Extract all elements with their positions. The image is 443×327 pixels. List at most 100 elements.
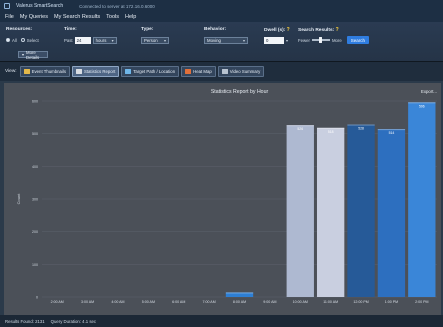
tab-label: Target Path / Location bbox=[133, 69, 176, 74]
statistics-chart: Statistics Report by Hour Export... 0 100 20… bbox=[16, 89, 437, 304]
slider-max-label: More bbox=[331, 37, 342, 43]
time-filter: Time: Past 24 hours ▾ bbox=[64, 27, 117, 44]
bar[interactable] bbox=[377, 129, 406, 297]
bar-top-highlight bbox=[316, 127, 345, 129]
type-value: Person bbox=[144, 37, 158, 43]
bar-value-label: 514 bbox=[389, 131, 395, 135]
tab-video-summary[interactable]: Video Summary bbox=[217, 66, 265, 77]
menu-tools[interactable]: Tools bbox=[106, 14, 119, 20]
bar-value-label: 526 bbox=[297, 127, 303, 131]
x-tick-label: 4:00 AM bbox=[111, 300, 124, 304]
type-filter: Type: Person ▾ bbox=[141, 27, 169, 44]
tab-label: Heat Map bbox=[193, 69, 212, 74]
resources-filter: Resources: All Select bbox=[6, 27, 39, 44]
resources-all-label: All bbox=[12, 37, 17, 43]
behavior-select[interactable]: Moving ▾ bbox=[204, 36, 248, 44]
dwell-header: Dwell (s): ? bbox=[264, 27, 290, 34]
export-link[interactable]: Export... bbox=[421, 89, 437, 94]
bar-top-highlight bbox=[408, 102, 436, 104]
x-tick-label: 3:00 AM bbox=[81, 300, 94, 304]
resources-label: Resources: bbox=[6, 27, 33, 32]
x-tick-label: 8:00 AM bbox=[233, 300, 246, 304]
x-tick-label: 6:00 AM bbox=[172, 300, 185, 304]
slider-handle[interactable] bbox=[318, 37, 322, 43]
y-tick-label: 400 bbox=[32, 165, 38, 169]
y-axis-label: Count bbox=[16, 193, 21, 205]
tab-label: Event Thumbnails bbox=[31, 69, 66, 74]
menu-bar: File My Queries My Search Results Tools … bbox=[0, 12, 443, 22]
slider-min-label: Fewer bbox=[298, 37, 310, 43]
tab-event-thumbnails[interactable]: Event Thumbnails bbox=[19, 66, 70, 77]
x-tick-label: 9:00 AM bbox=[263, 300, 276, 304]
x-tick-label: 2:00 AM bbox=[51, 300, 64, 304]
dwell-label: Dwell (s): bbox=[264, 28, 286, 33]
x-tick-label: 11:00 AM bbox=[323, 300, 338, 304]
x-tick-label: 12:00 PM bbox=[353, 300, 368, 304]
time-prefix: Past bbox=[64, 37, 73, 43]
bar-top-highlight bbox=[347, 124, 375, 126]
target-path-icon bbox=[125, 69, 132, 74]
bar-value-label: 596 bbox=[419, 104, 425, 108]
menu-help[interactable]: Help bbox=[125, 14, 136, 20]
chevron-down-icon: ▾ bbox=[163, 37, 166, 43]
app-name: Valerus SmartSearch bbox=[16, 3, 64, 9]
menu-my-queries[interactable]: My Queries bbox=[20, 14, 48, 20]
bar-top-highlight bbox=[377, 129, 406, 131]
bar-value-label: 518 bbox=[328, 130, 334, 134]
time-amount-input[interactable]: 24 bbox=[74, 36, 91, 44]
search-button[interactable]: Search bbox=[346, 36, 370, 44]
tab-label: Video Summary bbox=[229, 69, 261, 74]
menu-file[interactable]: File bbox=[5, 14, 14, 20]
dwell-filter: Dwell (s): ? 0 ▾ bbox=[264, 27, 290, 44]
time-unit-value: hours bbox=[95, 37, 107, 43]
tab-heat-map[interactable]: Heat Map bbox=[181, 66, 216, 77]
connection-status: Connected to server at 172.16.0.6000 bbox=[79, 3, 155, 9]
y-tick-label: 200 bbox=[32, 230, 38, 234]
more-details-label: More Details bbox=[26, 49, 40, 60]
x-tick-label: 10:00 AM bbox=[293, 300, 308, 304]
time-label: Time: bbox=[64, 27, 77, 32]
bar-value-label: 528 bbox=[358, 127, 364, 131]
statistics-icon bbox=[75, 69, 82, 74]
statistics-report-panel: Statistics Report by Hour Export... 0 100 20… bbox=[4, 83, 441, 315]
video-summary-icon bbox=[221, 69, 228, 74]
x-tick-label: 5:00 AM bbox=[142, 300, 155, 304]
y-tick-label: 100 bbox=[32, 263, 38, 267]
type-select[interactable]: Person ▾ bbox=[141, 36, 169, 44]
tab-statistics-report[interactable]: Statistics Report bbox=[71, 66, 120, 77]
view-toolbar: View: Event Thumbnails Statistics Report… bbox=[0, 62, 443, 81]
dwell-input[interactable]: 0 bbox=[264, 36, 284, 44]
thumbnails-icon bbox=[23, 69, 30, 74]
menu-my-search-results[interactable]: My Search Results bbox=[54, 14, 100, 20]
more-details-button[interactable]: ▾ More Details bbox=[18, 49, 48, 60]
x-tick-label: 1:00 PM bbox=[385, 300, 398, 304]
bar[interactable] bbox=[316, 127, 345, 297]
time-unit-select[interactable]: hours ▾ bbox=[92, 36, 117, 44]
x-tick-label: 2:00 PM bbox=[415, 300, 428, 304]
app-logo-icon bbox=[4, 3, 10, 9]
bar[interactable] bbox=[347, 124, 375, 297]
resources-select-radio[interactable] bbox=[20, 38, 25, 42]
help-icon[interactable]: ? bbox=[336, 27, 339, 33]
chevron-down-icon: ▾ bbox=[242, 37, 245, 43]
view-label: View: bbox=[5, 69, 17, 74]
chevron-down-icon: ▾ bbox=[22, 52, 25, 57]
search-results-header: Search Results: ? bbox=[298, 27, 369, 34]
tab-label: Statistics Report bbox=[83, 69, 116, 74]
query-duration: Query Duration: 4.1 sec bbox=[50, 318, 97, 324]
search-results-slider[interactable] bbox=[311, 37, 330, 43]
bar-top-highlight bbox=[286, 125, 314, 127]
chevron-down-icon[interactable]: ▾ bbox=[286, 38, 288, 43]
behavior-label: Behavior: bbox=[204, 27, 227, 32]
tab-target-path-location[interactable]: Target Path / Location bbox=[121, 66, 180, 77]
bar[interactable] bbox=[408, 102, 436, 297]
y-tick-label: 500 bbox=[32, 132, 38, 136]
bar[interactable] bbox=[286, 125, 314, 297]
y-tick-label: 600 bbox=[32, 100, 38, 104]
type-label: Type: bbox=[141, 27, 154, 32]
resources-select-label: Select bbox=[26, 37, 39, 43]
help-icon[interactable]: ? bbox=[287, 27, 290, 33]
behavior-filter: Behavior: Moving ▾ bbox=[204, 27, 248, 44]
resources-all-radio[interactable] bbox=[6, 38, 10, 42]
chevron-down-icon: ▾ bbox=[111, 37, 114, 43]
